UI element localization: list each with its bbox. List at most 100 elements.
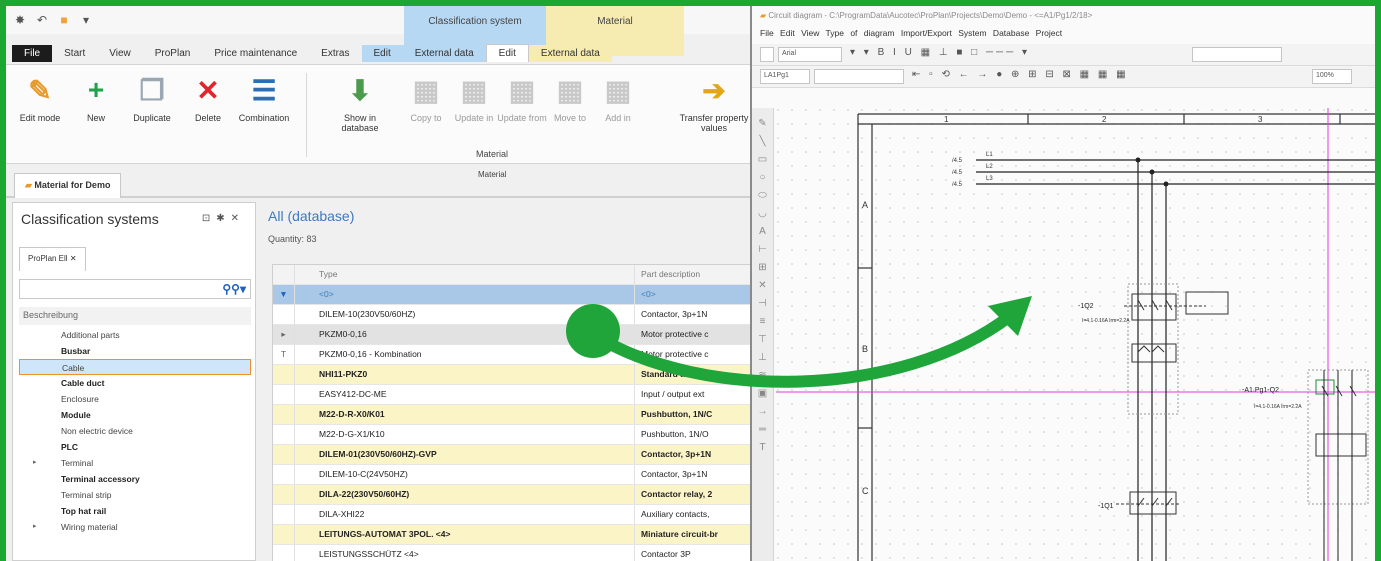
classification-item[interactable]: Non electric device [19, 423, 251, 439]
table-row[interactable]: LEITUNGS-AUTOMAT 3POL. <4> Miniature circ… [273, 525, 755, 545]
symbol-select[interactable] [814, 69, 904, 84]
tab-price-maintenance[interactable]: Price maintenance [202, 45, 309, 62]
table-row[interactable]: EASY412-DC-ME Input / output ext [273, 385, 755, 405]
show-in-database-button[interactable]: ⬇ Show in database [334, 73, 386, 134]
combination-button[interactable]: ☰ Combination [238, 73, 290, 124]
move-to-button[interactable]: ▦ Move to [544, 73, 596, 124]
pen-tool-icon[interactable]: ✎ [758, 118, 766, 129]
description-cell[interactable]: Contactor relay, 2 [635, 485, 755, 504]
device-tool-icon[interactable]: ▣ [758, 388, 767, 399]
grid-filter-row[interactable]: ▼ <0> <0> [273, 285, 755, 305]
document-tab-material-for-demo[interactable]: ▰ Material for Demo [14, 173, 122, 198]
folder-icon[interactable]: ■ [56, 12, 72, 28]
row-marker[interactable] [273, 365, 295, 384]
classification-item[interactable]: Top hat rail [19, 503, 251, 519]
description-cell[interactable]: Motor protective c [635, 325, 755, 344]
circuit-menu-bar[interactable]: File Edit View Type of diagram Import/Ex… [752, 26, 1375, 44]
classification-item[interactable]: PLC [19, 439, 251, 455]
transfer-property-values-button[interactable]: ➔ Transfer property values [678, 73, 750, 134]
symbol-tool-icon[interactable]: ⊞ [758, 262, 766, 273]
copy-to-button[interactable]: ▦ Copy to [400, 73, 452, 124]
description-cell[interactable]: Miniature circuit-br [635, 525, 755, 544]
type-cell[interactable]: EASY412-DC-ME [295, 385, 635, 404]
classification-item[interactable]: Cable duct [19, 375, 251, 391]
tab-start[interactable]: Start [52, 45, 97, 62]
type-cell[interactable]: PKZM0-0,16 [295, 325, 635, 344]
line-tool-icon[interactable]: ╲ [759, 136, 765, 147]
tab-view[interactable]: View [97, 45, 143, 62]
style-select[interactable] [760, 47, 774, 62]
panel-pin-close-icons[interactable]: ⊡✱✕ [202, 213, 245, 224]
row-marker[interactable]: ▸ [273, 325, 295, 344]
add-in-button[interactable]: ▦ Add in [592, 73, 644, 124]
expand-arrow-icon[interactable]: ▸ [33, 519, 37, 535]
description-cell[interactable]: Contactor 3P [635, 545, 755, 561]
row-marker[interactable] [273, 405, 295, 424]
tab-extras[interactable]: Extras [309, 45, 361, 62]
type-cell[interactable]: DILEM-10(230V50/60HZ) [295, 305, 635, 324]
font-select[interactable]: Arial [778, 47, 842, 62]
delete-button[interactable]: ✕ Delete [182, 73, 234, 124]
terminal-tool-icon[interactable]: ⊤ [758, 334, 767, 345]
new-button[interactable]: + New [70, 73, 122, 123]
classification-item[interactable]: Terminal accessory [19, 471, 251, 487]
circuit-canvas[interactable]: 1 2 3 A B C /4.5 /4.5 /4.5 L1 L2 L3 -1Q2… [776, 108, 1375, 561]
type-cell[interactable]: LEISTUNGSSCHÜTZ <4> [295, 545, 635, 561]
filter-funnel-icon[interactable]: ▼ [273, 285, 295, 304]
connection-tool-icon[interactable]: ⊣ [758, 298, 767, 309]
text-frame-tool-icon[interactable]: T [759, 442, 765, 453]
update-in-button[interactable]: ▦ Update in [448, 73, 500, 124]
ellipse-tool-icon[interactable]: ⬭ [758, 190, 767, 201]
type-cell[interactable]: DILEM-10-C(24V50HZ) [295, 465, 635, 484]
row-marker[interactable] [273, 485, 295, 504]
expand-arrow-icon[interactable]: ▸ [33, 455, 37, 471]
tab-classification-edit[interactable]: Edit [361, 44, 403, 62]
update-from-button[interactable]: ▦ Update from [496, 73, 548, 124]
undo-icon[interactable]: ↶ [34, 12, 50, 28]
description-cell[interactable]: Pushbutton, 1N/C [635, 405, 755, 424]
bus-tool-icon[interactable]: ═ [759, 424, 766, 435]
classification-subtab[interactable]: ProPlan Ell ✕ [19, 247, 86, 271]
description-cell[interactable]: Contactor, 3p+1N [635, 445, 755, 464]
type-cell[interactable]: M22-D-G-X1/K10 [295, 425, 635, 444]
format-toolbar-icons[interactable]: ▾ ▾ B I U ▦ ⊥ ■ □ ─── ▾ [850, 47, 1030, 58]
type-cell[interactable]: PKZM0-0,16 - Kombination [295, 345, 635, 364]
classification-item[interactable]: Terminal strip [19, 487, 251, 503]
dimension-tool-icon[interactable]: ⊢ [758, 244, 767, 255]
description-cell[interactable]: Contactor, 3p+1N [635, 305, 755, 324]
description-cell[interactable]: Auxiliary contacts, [635, 505, 755, 524]
row-marker[interactable]: T [273, 345, 295, 364]
classification-item[interactable]: Cable [19, 359, 251, 375]
potential-tool-icon[interactable]: ⊥ [758, 352, 767, 363]
table-row[interactable]: DILEM-10(230V50/60HZ) Contactor, 3p+1N [273, 305, 755, 325]
edit-mode-button[interactable]: ✎ Edit mode [14, 73, 66, 124]
row-marker[interactable] [273, 465, 295, 484]
type-cell[interactable]: NHI11-PKZ0 [295, 365, 635, 384]
filter-description-cell[interactable]: <0> [635, 285, 755, 304]
table-row[interactable]: DILEM-01(230V50/60HZ)-GVP Contactor, 3p+1… [273, 445, 755, 465]
row-marker[interactable] [273, 445, 295, 464]
type-cell[interactable]: LEITUNGS-AUTOMAT 3POL. <4> [295, 525, 635, 544]
description-cell[interactable]: Standard auxiliar [635, 365, 755, 384]
description-cell[interactable]: Pushbutton, 1N/O [635, 425, 755, 444]
type-cell[interactable]: DILEM-01(230V50/60HZ)-GVP [295, 445, 635, 464]
table-row[interactable]: DILA-XHI22 Auxiliary contacts, [273, 505, 755, 525]
arc-tool-icon[interactable]: ◡ [758, 208, 767, 219]
view-toolbar-icons[interactable]: ⇤ ▫ ⟲ ← → ● ⊕ ⊞ ⊟ ⊠ ▦ ▦ ▦ [912, 69, 1129, 80]
row-marker[interactable] [273, 525, 295, 544]
tab-file[interactable]: File [12, 44, 53, 62]
classification-item[interactable]: Additional parts [19, 327, 251, 343]
classification-item[interactable]: Busbar [19, 343, 251, 359]
classification-item[interactable]: Enclosure [19, 391, 251, 407]
rect-tool-icon[interactable]: ▭ [758, 154, 767, 165]
row-marker[interactable] [273, 505, 295, 524]
cable-tool-icon[interactable]: ≋ [758, 370, 766, 381]
table-row[interactable]: DILA-22(230V50/60HZ) Contactor relay, 2 [273, 485, 755, 505]
filter-type-cell[interactable]: <0> [295, 285, 635, 304]
type-cell[interactable]: M22-D-R-X0/K01 [295, 405, 635, 424]
row-marker[interactable] [273, 385, 295, 404]
layer-select[interactable]: LA1Pg1 [760, 69, 810, 84]
wire-tool-icon[interactable]: ≡ [760, 316, 766, 327]
table-row[interactable]: M22-D-G-X1/K10 Pushbutton, 1N/O [273, 425, 755, 445]
tab-proplan[interactable]: ProPlan [143, 45, 203, 62]
